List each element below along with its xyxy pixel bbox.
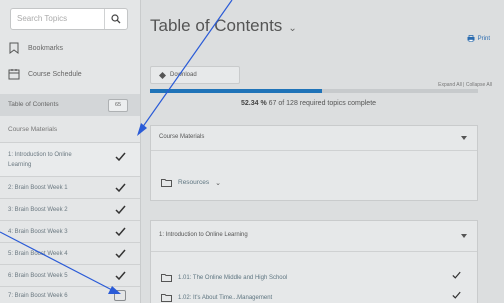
download-label: Download [170, 72, 197, 78]
module-label: 5: Brain Boost Week 4 [8, 251, 68, 257]
checkmark-icon [115, 249, 126, 258]
print-button[interactable]: Print [467, 35, 490, 42]
lms-page: Search Topics Bookmarks Course Schedule [0, 0, 504, 303]
checkmark-icon [115, 183, 126, 192]
folder-icon [161, 294, 172, 302]
search-input[interactable]: Search Topics [17, 14, 67, 23]
sidebar-module-6[interactable]: 6: Brain Boost Week 5 [0, 264, 140, 287]
module-label: 2: Brain Boost Week 1 [8, 185, 68, 191]
sidebar-module-2[interactable]: 2: Brain Boost Week 1 [0, 176, 140, 199]
expand-collapse-links[interactable]: Expand All | Collapse All [438, 82, 492, 88]
page-title[interactable]: Table of Contents ⌄ [150, 16, 297, 36]
topic-label: 1.01: The Online Middle and High School [178, 274, 288, 281]
search-button[interactable] [104, 9, 127, 29]
topic-label: 1.02: It's About Time...Management [178, 294, 273, 301]
incomplete-status-icon [114, 290, 126, 301]
module-label: 1: Introduction to Online Learning [8, 152, 72, 168]
chevron-down-icon[interactable]: ⌄ [215, 179, 221, 187]
sidebar: Search Topics Bookmarks Course Schedule [0, 0, 141, 303]
toc-count-badge: 65 [108, 99, 128, 112]
download-button[interactable]: Download [150, 66, 240, 84]
folder-icon [161, 179, 172, 187]
sidebar-module-1[interactable]: 1: Introduction to Online Learning [0, 142, 140, 177]
main-content: Table of Contents ⌄ Print Download Expand… [141, 0, 504, 303]
progress-percent: 52.34 % [241, 100, 267, 107]
panel-title: 1: Introduction to Online Learning [159, 232, 248, 238]
checkmark-icon [115, 205, 126, 214]
module-label: 6: Brain Boost Week 5 [8, 273, 68, 279]
progress-summary: 52.34 % 67 of 128 required topics comple… [241, 100, 376, 107]
print-label: Print [477, 35, 490, 42]
checkmark-icon [452, 271, 461, 279]
chevron-down-icon[interactable]: ⌄ [288, 23, 296, 34]
bookmarks-link[interactable]: Bookmarks [8, 40, 63, 56]
sidebar-module-4[interactable]: 4: Brain Boost Week 3 [0, 220, 140, 243]
caret-down-icon[interactable] [461, 234, 467, 238]
module-label: 3: Brain Boost Week 2 [8, 207, 68, 213]
calendar-icon [8, 69, 20, 80]
sidebar-module-7[interactable]: 7: Brain Boost Week 6 [0, 286, 140, 303]
course-schedule-label: Course Schedule [28, 70, 82, 78]
panel-header[interactable]: 1: Introduction to Online Learning [151, 221, 477, 252]
progress-bar [150, 89, 478, 93]
folder-icon [161, 274, 172, 282]
sidebar-module-3[interactable]: 3: Brain Boost Week 2 [0, 198, 140, 221]
bookmarks-label: Bookmarks [28, 44, 64, 52]
printer-icon [467, 35, 475, 42]
checkmark-icon [115, 227, 126, 236]
checkmark-icon [115, 271, 126, 280]
panel-header[interactable]: Course Materials [151, 126, 477, 151]
toc-label: Table of Contents [8, 101, 59, 108]
search-icon [111, 14, 121, 24]
resources-folder[interactable]: Resources ⌄ [161, 178, 221, 187]
page-title-text: Table of Contents [150, 16, 283, 35]
course-schedule-link[interactable]: Course Schedule [8, 66, 82, 82]
topic-row[interactable]: 1.02: It's About Time...Management [161, 291, 461, 302]
bookmark-icon [9, 42, 19, 54]
panel-title: Course Materials [159, 134, 205, 140]
progress-bar-fill [150, 89, 322, 93]
topic-row[interactable]: 1.01: The Online Middle and High School [161, 271, 461, 282]
module-label: 7: Brain Boost Week 6 [8, 293, 68, 299]
download-icon [159, 71, 166, 79]
sidebar-module-5[interactable]: 5: Brain Boost Week 4 [0, 242, 140, 265]
course-materials-heading: Course Materials [8, 126, 58, 133]
module-label: 4: Brain Boost Week 3 [8, 229, 68, 235]
progress-detail: 67 of 128 required topics complete [268, 100, 377, 107]
checkmark-icon [452, 291, 461, 299]
search-field[interactable]: Search Topics [10, 8, 128, 30]
sidebar-item-table-of-contents[interactable]: Table of Contents 65 [0, 94, 140, 116]
caret-down-icon[interactable] [461, 136, 467, 140]
checkmark-icon [115, 152, 126, 161]
module-panel-intro: 1: Introduction to Online Learning 1.01:… [150, 220, 478, 303]
folder-label: Resources [178, 179, 210, 186]
course-materials-panel: Course Materials Resources ⌄ [150, 125, 478, 201]
